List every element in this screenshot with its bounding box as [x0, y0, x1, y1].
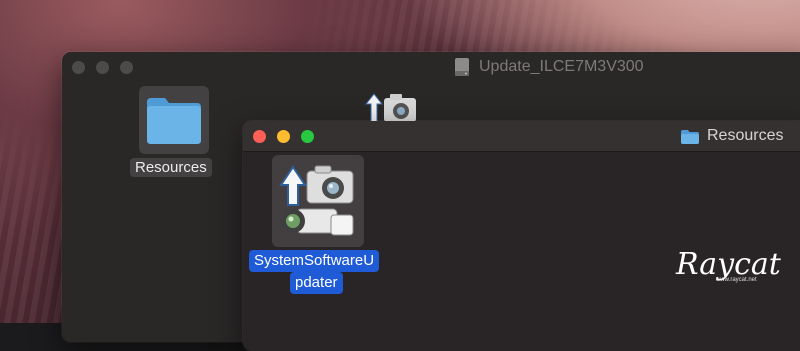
watermark-url: www.raycat.net — [716, 277, 757, 283]
zoom-button[interactable] — [120, 61, 133, 74]
folder-icon — [681, 130, 699, 144]
window-title: Update_ILCE7M3V300 — [479, 58, 644, 75]
hard-disk-icon — [455, 58, 469, 76]
folder-icon[interactable] — [145, 96, 203, 146]
minimize-button[interactable] — [96, 61, 109, 74]
app-label-line1[interactable]: SystemSoftwareU — [249, 250, 380, 272]
close-button[interactable] — [253, 130, 266, 143]
zoom-button[interactable] — [301, 130, 314, 143]
camera-update-icon[interactable] — [360, 92, 420, 122]
watermark-signature: Raycat www.raycat.net — [676, 247, 781, 283]
titlebar[interactable]: Update_ILCE7M3V300 — [62, 52, 800, 82]
finder-window-resources[interactable]: Resources SystemSoftwareU pdater — [243, 121, 800, 351]
window-title: Resources — [707, 127, 784, 144]
app-label-line2[interactable]: pdater — [290, 272, 343, 294]
camera-update-icon[interactable] — [277, 161, 361, 243]
titlebar[interactable]: Resources — [243, 121, 800, 152]
close-button[interactable] — [72, 61, 85, 74]
folder-label[interactable]: Resources — [130, 158, 212, 177]
minimize-button[interactable] — [277, 130, 290, 143]
